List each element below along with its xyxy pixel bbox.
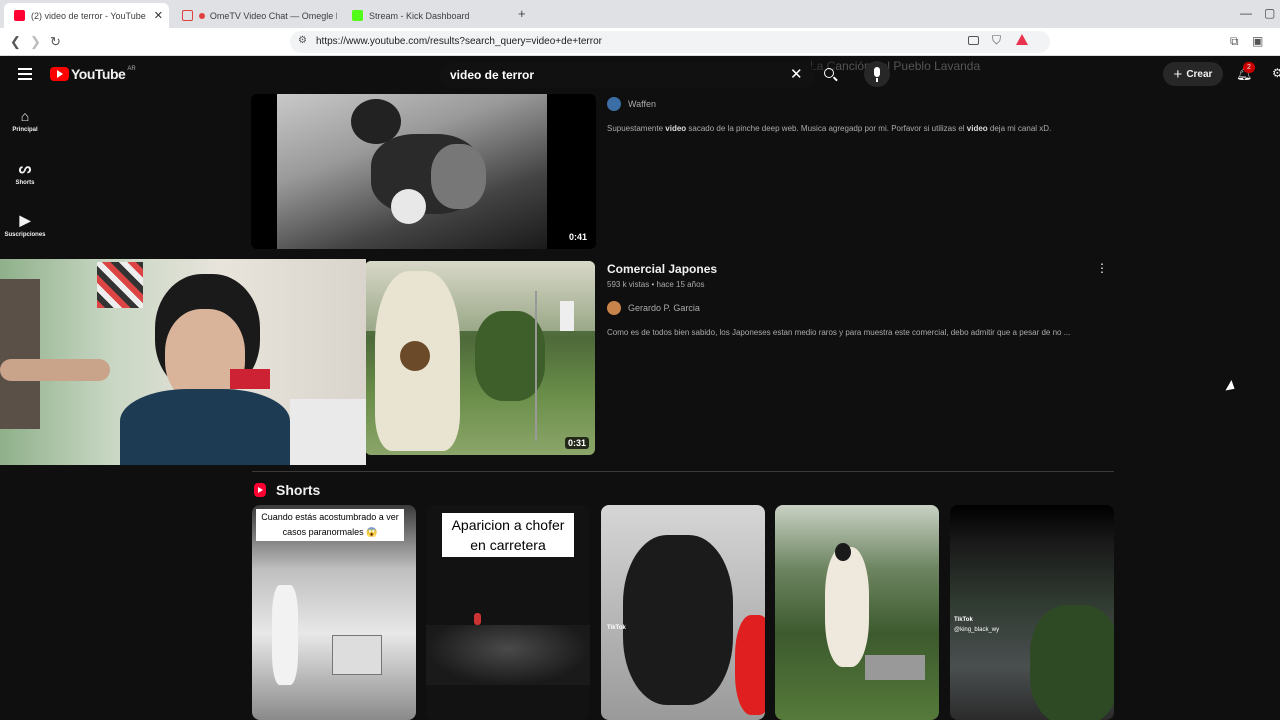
- sidebar-label: Suscripciones: [4, 232, 46, 238]
- minimize-icon[interactable]: —: [1240, 6, 1252, 20]
- short-video[interactable]: TikTok @king_black_wy: [950, 505, 1114, 720]
- subscriptions-icon: ▶: [19, 212, 31, 228]
- logo-text: YouTube: [71, 66, 126, 82]
- site-info-icon[interactable]: ⚙: [298, 35, 307, 46]
- voice-search-button[interactable]: [864, 61, 890, 87]
- sidebar-item-shorts[interactable]: ᔕ Shorts: [0, 160, 50, 186]
- tiktok-handle: @king_black_wy: [954, 627, 1000, 633]
- microphone-icon: [874, 67, 880, 77]
- youtube-favicon-icon: [14, 10, 25, 21]
- search-button[interactable]: [820, 62, 842, 88]
- recording-icon: [199, 12, 205, 19]
- maximize-icon[interactable]: ▢: [1264, 6, 1275, 20]
- ometv-favicon-icon: [182, 10, 193, 21]
- tab-title: OmeTV Video Chat — Omegle R: [209, 10, 337, 21]
- create-label: Crear: [1186, 68, 1213, 80]
- tab-youtube[interactable]: (2) video de terror - YouTube ✕: [4, 3, 169, 28]
- brave-shield-icon[interactable]: ⛉: [992, 33, 1001, 48]
- browser-toolbar: ❮ ❯ ↻ ⚙ https://www.youtube.com/results?…: [0, 28, 1280, 56]
- more-actions-icon[interactable]: ⋮: [1096, 261, 1108, 275]
- channel-name: Gerardo P. Garcia: [628, 303, 700, 313]
- video-duration: 0:41: [565, 231, 590, 243]
- search-input[interactable]: video de terror ✕: [440, 62, 815, 88]
- url-text: https://www.youtube.com/results?search_q…: [316, 36, 602, 47]
- video-thumbnail[interactable]: 0:41: [251, 94, 596, 249]
- tab-kick[interactable]: Stream - Kick Dashboard: [342, 3, 507, 28]
- short-video[interactable]: Aparicion a chofer en carretera: [426, 505, 590, 720]
- create-button[interactable]: + Crear: [1163, 62, 1223, 86]
- short-caption: Aparicion a chofer en carretera: [442, 513, 574, 557]
- plus-icon: +: [1173, 65, 1183, 83]
- menu-icon[interactable]: [18, 68, 32, 80]
- cast-icon[interactable]: [968, 36, 979, 45]
- tab-title: Stream - Kick Dashboard: [369, 10, 470, 21]
- sidepanel-icon[interactable]: ▣: [1252, 34, 1263, 48]
- tab-title: (2) video de terror - YouTube: [31, 10, 146, 21]
- home-icon: ⌂: [20, 108, 30, 124]
- brave-rewards-icon[interactable]: [1016, 34, 1028, 45]
- shorts-title: Shorts: [276, 482, 321, 498]
- webcam-overlay: [0, 259, 366, 465]
- mouse-cursor-icon: [1225, 380, 1238, 394]
- short-video[interactable]: [775, 505, 939, 720]
- account-avatar[interactable]: ⚙: [1272, 66, 1280, 80]
- back-icon[interactable]: ❮: [10, 34, 21, 50]
- tab-ometv[interactable]: OmeTV Video Chat — Omegle R: [172, 3, 337, 28]
- youtube-play-icon: [50, 67, 69, 81]
- video-title[interactable]: Comercial Japones: [607, 262, 717, 276]
- notifications-button[interactable]: 🔔︎ 2: [1236, 62, 1255, 82]
- close-tab-icon[interactable]: ✕: [154, 9, 163, 22]
- sidebar-label: Shorts: [15, 180, 35, 186]
- tiktok-watermark: TikTok: [607, 625, 626, 631]
- youtube-logo[interactable]: YouTube AR: [50, 66, 136, 82]
- sidebar-label: Principal: [12, 127, 38, 133]
- channel-avatar: [607, 97, 621, 111]
- channel-link[interactable]: Gerardo P. Garcia: [607, 301, 700, 315]
- shorts-heading: Shorts: [254, 482, 320, 498]
- kick-favicon-icon: [352, 10, 363, 21]
- shorts-icon: ᔕ: [18, 160, 32, 176]
- search-query: video de terror: [450, 68, 535, 82]
- new-tab-button[interactable]: +: [518, 6, 526, 21]
- video-meta: 593 k vistas • hace 15 años: [607, 280, 705, 289]
- video-duration: 0:31: [564, 437, 589, 449]
- reload-icon[interactable]: ↻: [50, 34, 61, 50]
- clear-search-icon[interactable]: ✕: [790, 65, 803, 83]
- sidebar-item-home[interactable]: ⌂ Principal: [0, 108, 50, 133]
- video-description: Como es de todos bien sabido, los Japone…: [607, 328, 1071, 337]
- channel-avatar: [607, 301, 621, 315]
- wall-poster: [97, 262, 143, 308]
- browser-tab-bar: (2) video de terror - YouTube ✕ OmeTV Vi…: [0, 0, 1280, 28]
- channel-link[interactable]: Waffen: [607, 97, 656, 111]
- address-bar[interactable]: ⚙ https://www.youtube.com/results?search…: [290, 31, 1050, 53]
- short-video[interactable]: Cuando estás acostumbrado a ver casos pa…: [252, 505, 416, 720]
- shorts-icon: [254, 483, 266, 497]
- tiktok-watermark: TikTok: [954, 617, 973, 623]
- extensions-icon[interactable]: ⧉: [1230, 34, 1239, 49]
- short-video[interactable]: TikTok: [601, 505, 765, 720]
- forward-icon[interactable]: ❯: [30, 34, 41, 50]
- video-thumbnail[interactable]: 0:31: [365, 261, 595, 455]
- video-description: Supuestamente video sacado de la pinche …: [607, 124, 1052, 133]
- youtube-page: YouTube AR ⌂ Principal ᔕ Shorts ▶ Suscri…: [0, 56, 1280, 720]
- country-code: AR: [127, 66, 136, 72]
- notification-count: 2: [1243, 62, 1255, 73]
- section-divider: [252, 471, 1114, 472]
- short-caption: Cuando estás acostumbrado a ver casos pa…: [256, 509, 404, 541]
- sidebar-item-subscriptions[interactable]: ▶ Suscripciones: [0, 212, 50, 238]
- channel-name: Waffen: [628, 99, 657, 109]
